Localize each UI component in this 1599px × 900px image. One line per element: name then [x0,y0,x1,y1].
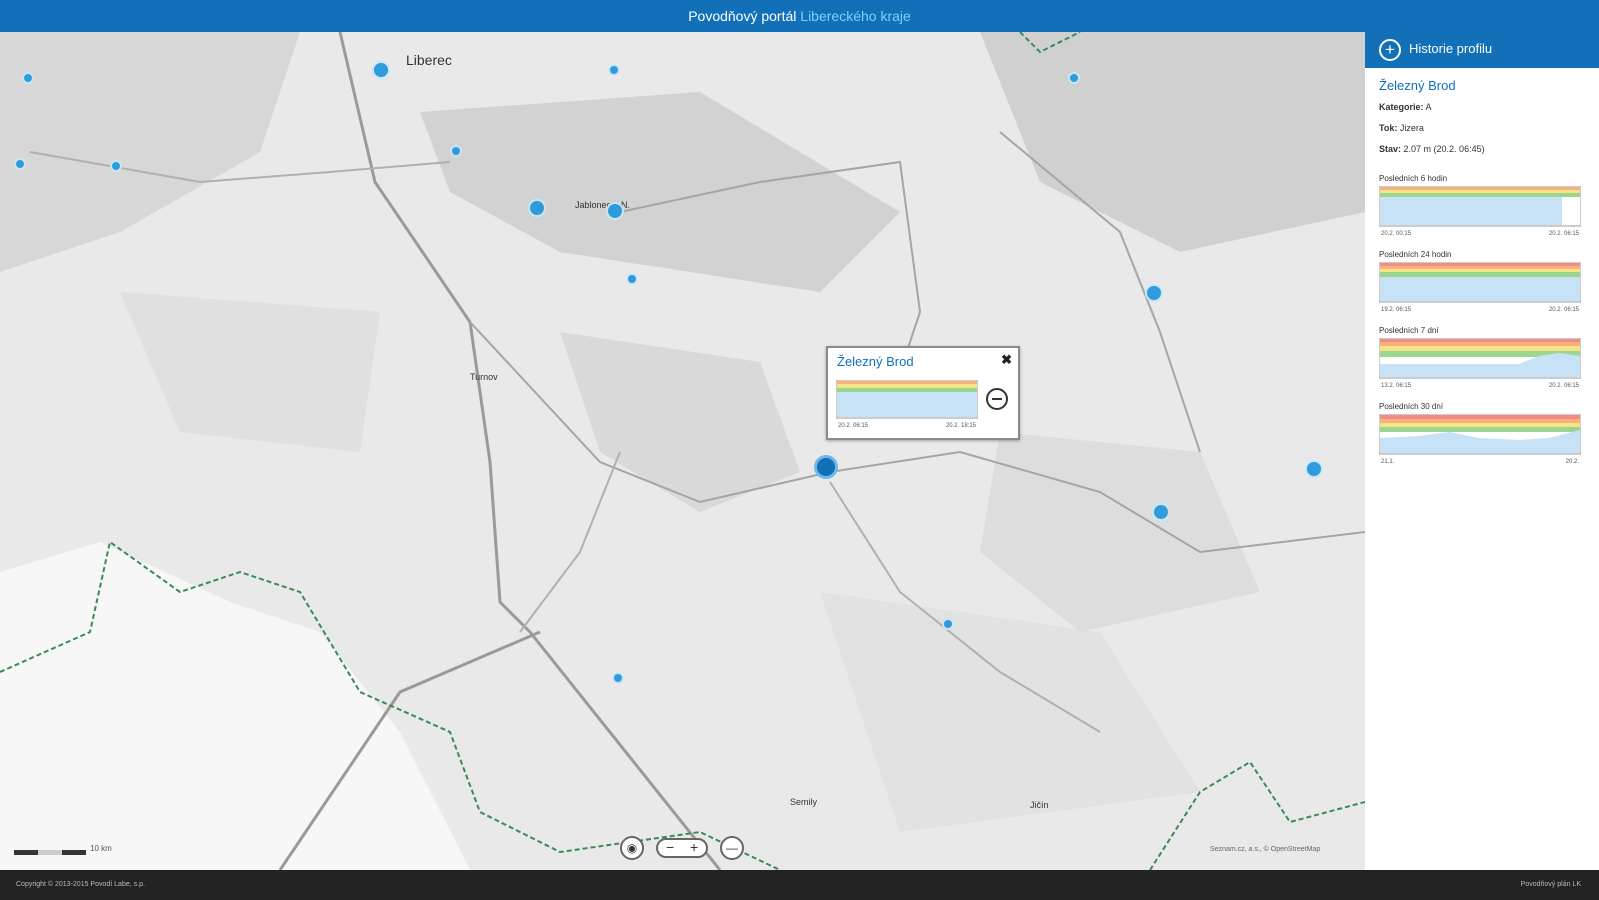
chart-title: Posledních 24 hodin [1379,250,1452,259]
map-terrain [0,32,1365,870]
chart-title: Posledních 30 dní [1379,402,1444,411]
history-chart-24h[interactable]: Posledních 24 hodin 19.2. 06:15 20.2. 06… [1378,250,1582,319]
state-value: 2.07 m (20.2. 06:45) [1403,144,1485,154]
station-marker[interactable] [1152,503,1170,521]
state-row: Stav: 2.07 m (20.2. 06:45) [1379,144,1485,154]
station-marker[interactable] [450,145,462,157]
selected-station-marker[interactable] [814,455,838,479]
history-chart-7d[interactable]: Posledních 7 dní 13.2. 06:15 20.2. 06:15 [1378,326,1582,395]
station-marker[interactable] [110,160,122,172]
station-marker[interactable] [608,64,620,76]
popup-title: Železný Brod [837,354,914,369]
app-title-region: Libereckého kraje [800,8,911,24]
category-row: Kategorie: A [1379,102,1432,112]
station-marker[interactable] [372,61,390,79]
history-chart-30d[interactable]: Posledních 30 dní 21.1. 20.2. [1378,402,1582,471]
history-chart: 21.1. 20.2. [1378,413,1582,465]
zoom-control: − + [656,838,708,858]
chart-title: Posledních 6 hodin [1379,174,1448,183]
locate-button[interactable]: ◉ [620,836,644,860]
history-chart: 19.2. 06:15 20.2. 06:15 [1378,261,1582,313]
category-label: Kategorie: [1379,102,1424,112]
station-marker[interactable] [1305,460,1323,478]
station-marker[interactable] [528,199,546,217]
station-marker[interactable] [1145,284,1163,302]
chart-axis-end: 20.2. [1566,459,1580,465]
zoom-out-icon[interactable]: − [666,839,674,855]
map-attribution[interactable]: Seznam.cz, a.s., © OpenStreetMap [1210,846,1320,853]
chart-axis-start: 21.1. [1381,459,1395,465]
sidebar-header-label: Historie profilu [1409,41,1493,56]
map-canvas[interactable]: Liberec Turnov Jablonec n.N. Semily Jičí… [0,32,1365,870]
place-label: Turnov [470,372,498,382]
station-popup: Železný Brod ✖ 20.2. 06:15 20.2. 18:15 [826,346,1020,440]
app-header: Povodňový portál Libereckého kraje [0,0,1599,32]
station-marker[interactable] [1068,72,1080,84]
minus-circle-icon[interactable] [986,388,1008,410]
chart-title: Posledních 7 dní [1379,326,1439,335]
scale-label: 10 km [90,844,112,853]
place-label: Jičín [1030,800,1049,810]
chart-axis-start: 20.2. 00:15 [1381,231,1412,237]
category-value: A [1425,102,1432,112]
chart-axis-start: 13.2. 06:15 [1381,383,1412,389]
plus-circle-icon[interactable]: + [1379,39,1401,61]
state-label: Stav: [1379,144,1402,154]
chart-axis-end: 20.2. 06:15 [1549,383,1580,389]
history-chart-6h[interactable]: Posledních 6 hodin 20.2. 00:15 20.2. 06:… [1378,174,1582,243]
station-marker[interactable] [606,202,624,220]
history-chart: 13.2. 06:15 20.2. 06:15 [1378,337,1582,389]
scale-bar [14,850,86,855]
station-marker[interactable] [626,273,638,285]
chart-axis-end: 20.2. 06:15 [1549,231,1580,237]
layers-button[interactable]: — [720,836,744,860]
station-marker[interactable] [612,672,624,684]
history-chart: 20.2. 00:15 20.2. 06:15 [1378,185,1582,237]
place-label: Semily [790,797,818,807]
river-value: Jizera [1399,123,1424,133]
profile-sidebar: + Historie profilu Železný Brod Kategori… [1365,32,1599,870]
river-label: Tok: [1379,123,1398,133]
place-label: Liberec [406,52,452,68]
popup-chart: 20.2. 06:15 20.2. 18:15 [836,380,978,429]
sidebar-header[interactable]: + Historie profilu [1365,32,1599,68]
zoom-in-icon[interactable]: + [690,839,698,855]
river-row: Tok: Jizera [1379,123,1424,133]
app-footer: Copyright © 2013-2015 Povodí Labe, s.p. … [0,870,1599,900]
footer-link[interactable]: Povodňový plán LK [1521,881,1581,888]
popup-axis-end: 20.2. 18:15 [946,423,977,429]
close-icon[interactable]: ✖ [1001,352,1012,368]
chart-axis-start: 19.2. 06:15 [1381,307,1412,313]
popup-axis-start: 20.2. 06:15 [838,423,869,429]
chart-axis-end: 20.2. 06:15 [1549,307,1580,313]
app-title: Povodňový portál [688,8,797,24]
station-marker[interactable] [14,158,26,170]
station-name: Železný Brod [1379,78,1456,93]
footer-copyright: Copyright © 2013-2015 Povodí Labe, s.p. [16,881,145,888]
station-marker[interactable] [22,72,34,84]
station-marker[interactable] [942,618,954,630]
